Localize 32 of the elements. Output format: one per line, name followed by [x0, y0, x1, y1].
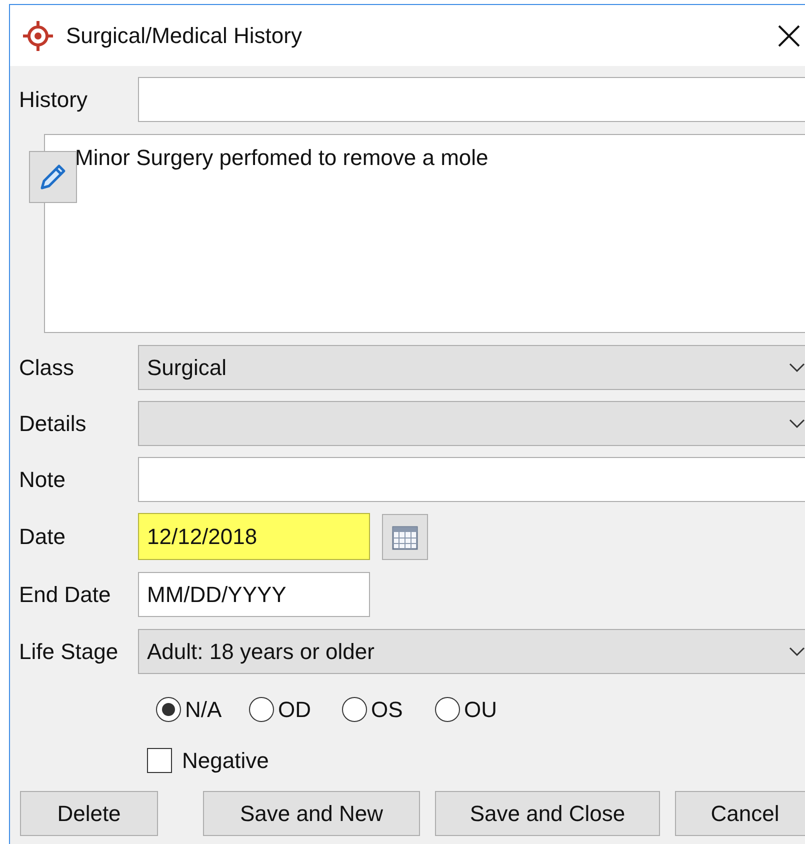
chevron-down-icon [789, 418, 805, 428]
field-label: Note [19, 466, 66, 494]
field-label: Life Stage [19, 638, 120, 666]
radio-option[interactable]: OD [249, 692, 328, 726]
date-field[interactable]: 12/12/2018 [138, 513, 370, 560]
close-icon[interactable] [777, 24, 801, 48]
dialog-button[interactable]: Delete [20, 791, 158, 836]
note-field[interactable] [138, 457, 805, 502]
radio-option[interactable]: OS [342, 692, 421, 726]
dropdown[interactable]: Adult: 18 years or older [138, 629, 805, 674]
crosshair-icon [22, 20, 54, 52]
description-field[interactable]: Minor Surgery perfomed to remove a mole [44, 134, 805, 333]
radio-option[interactable]: N/A [156, 692, 235, 726]
window-title: Surgical/Medical History [66, 22, 303, 50]
dialog-button[interactable]: Save and New [203, 791, 420, 836]
pencil-icon [38, 162, 68, 192]
radio-option[interactable]: OU [435, 692, 514, 726]
field-label: History [19, 86, 88, 114]
dialog-button[interactable]: Save and Close [435, 791, 660, 836]
field-label: Details [19, 410, 88, 438]
calendar-button[interactable] [382, 514, 428, 560]
dropdown[interactable]: Surgical [138, 345, 805, 390]
field-label: End Date [19, 581, 112, 609]
end-date-field[interactable]: MM/DD/YYYY [138, 572, 370, 617]
edit-button[interactable] [29, 151, 77, 203]
chevron-down-icon [789, 646, 805, 656]
chevron-down-icon [789, 362, 805, 372]
field-label: Date [19, 523, 66, 551]
negative-checkbox[interactable]: Negative [147, 744, 269, 776]
dialog-button[interactable]: Cancel [675, 791, 805, 836]
field-label: Class [19, 354, 76, 382]
history-field[interactable] [138, 77, 805, 122]
